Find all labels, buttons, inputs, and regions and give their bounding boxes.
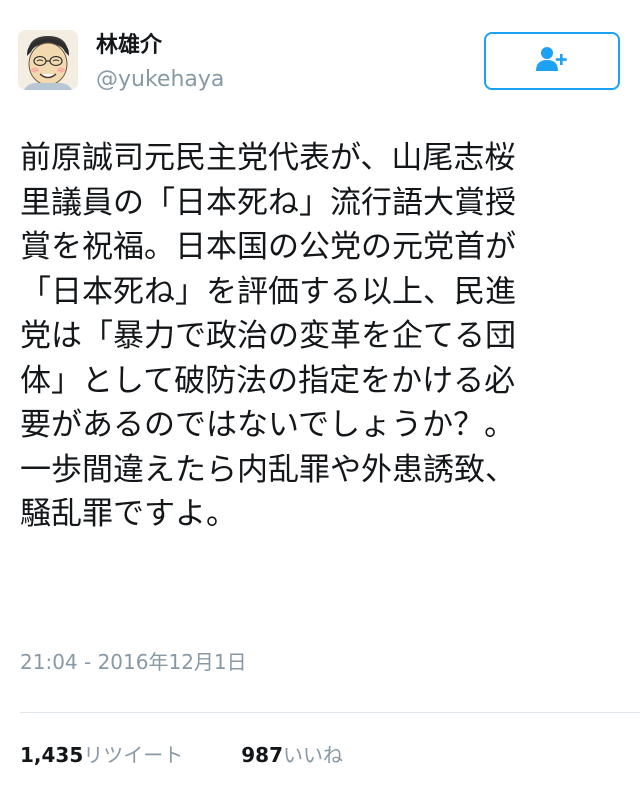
avatar[interactable] <box>18 30 78 90</box>
tweet-timestamp[interactable]: 21:04 - 2016年12月1日 <box>20 648 247 676</box>
tweet-text-line: 賞を祝福。日本国の公党の元党首が <box>20 229 516 265</box>
tweet-text: 前原誠司元民主党代表が、山尾志桜 里議員の「日本死ね」流行語大賞授 賞を祝福。日… <box>20 136 624 537</box>
likes-count: 987 <box>241 743 284 767</box>
tweet-text-line: 要があるのではないでしょうか？。 <box>20 407 516 443</box>
follow-button[interactable] <box>484 32 620 90</box>
tweet-text-line: 前原誠司元民主党代表が、山尾志桜 <box>20 140 516 176</box>
display-name[interactable]: 林雄介 <box>96 32 162 60</box>
tweet-text-line: 一歩間違えたら内乱罪や外患誘致、 <box>20 451 516 488</box>
tweet-text-line: 体」として破防法の指定をかける必 <box>20 362 516 399</box>
divider <box>20 712 640 713</box>
likes-label: いいね <box>283 743 344 767</box>
retweets-label: リツイート <box>83 743 184 767</box>
tweet-text-line: 党は「暴力で政治の変革を企てる団 <box>20 318 516 354</box>
retweets-stat[interactable]: 1,435 リツイート <box>20 740 183 770</box>
tweet-stats: 1,435 リツイート 987 いいね <box>20 740 343 770</box>
add-user-icon <box>535 45 569 77</box>
retweets-count: 1,435 <box>20 743 84 767</box>
avatar-illustration <box>18 30 78 90</box>
tweet-text-line: 里議員の「日本死ね」流行語大賞授 <box>20 184 516 221</box>
likes-stat[interactable]: 987 いいね <box>241 740 343 770</box>
tweet-text-line: 「日本死ね」を評価する以上、民進 <box>20 273 516 310</box>
tweet-text-line: 騒乱罪ですよ。 <box>20 496 237 532</box>
username[interactable]: @yukehaya <box>96 66 224 94</box>
